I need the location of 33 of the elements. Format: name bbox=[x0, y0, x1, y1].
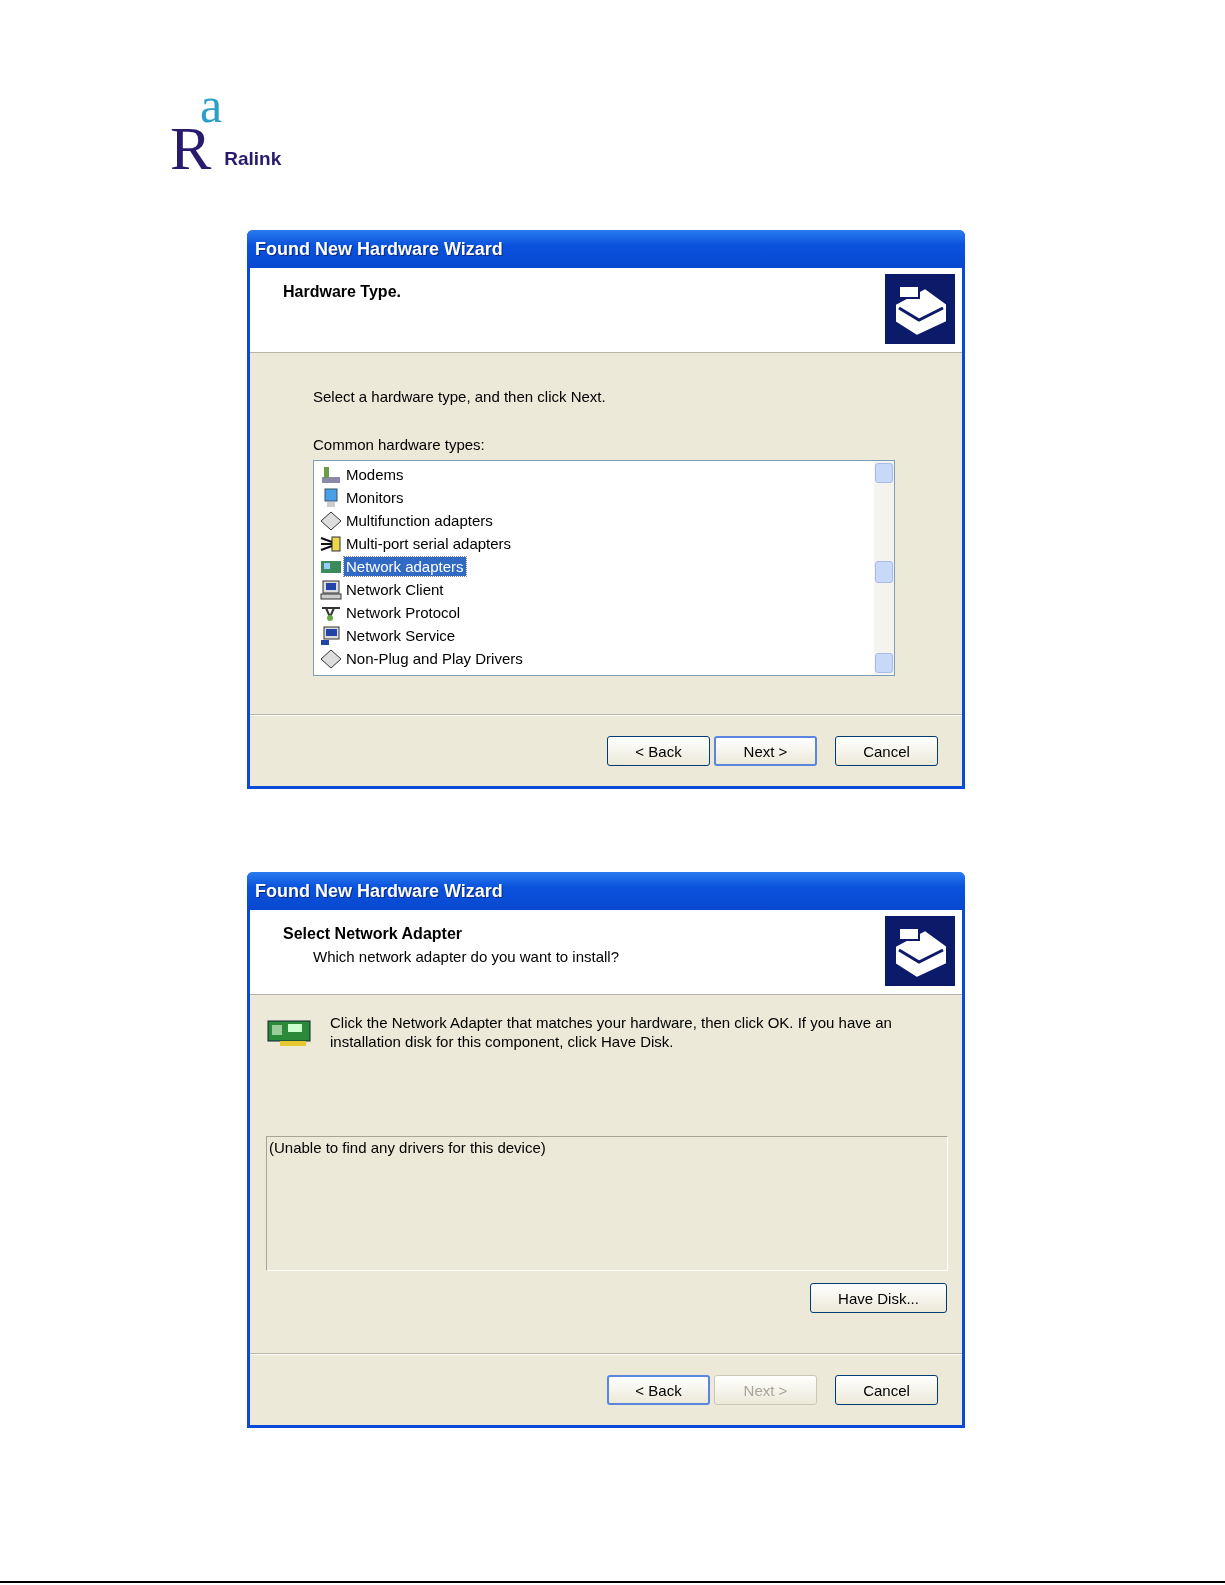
list-item[interactable]: Monitors bbox=[344, 488, 406, 507]
list-item[interactable]: Non-Plug and Play Drivers bbox=[344, 649, 525, 668]
list-item[interactable]: Modems bbox=[344, 465, 406, 484]
cancel-button[interactable]: Cancel bbox=[835, 1375, 938, 1405]
connector-icon bbox=[320, 533, 342, 554]
computer-icon bbox=[320, 579, 342, 600]
logo-wordmark: Ralink bbox=[224, 148, 282, 170]
computer-icon bbox=[320, 625, 342, 646]
modem-icon bbox=[320, 464, 342, 485]
instruction-text: Click the Network Adapter that matches your hardware, then click OK. If you have an installation disk for this component, click Have Disk. bbox=[330, 1013, 893, 1051]
next-button[interactable]: Next > bbox=[714, 736, 817, 766]
list-label: Common hardware types: bbox=[313, 436, 486, 453]
scrollbar[interactable] bbox=[874, 461, 894, 675]
list-item[interactable]: Network Client bbox=[344, 580, 446, 599]
list-item[interactable]: Network Protocol bbox=[344, 603, 463, 622]
page-subheading: Which network adapter do you want to install? bbox=[313, 948, 619, 965]
list-item[interactable]: Multi-port serial adapters bbox=[344, 534, 514, 553]
diamond-icon bbox=[320, 510, 342, 531]
page-heading: Hardware Type. bbox=[283, 283, 401, 301]
have-disk-button[interactable]: Have Disk... bbox=[810, 1283, 947, 1313]
list-item[interactable]: Network adapters bbox=[344, 557, 466, 576]
list-item[interactable]: Network Service bbox=[344, 626, 458, 645]
diamond-icon bbox=[320, 648, 342, 669]
window-title: Found New Hardware Wizard bbox=[247, 230, 965, 268]
driver-list: (Unable to find any drivers for this device) bbox=[266, 1136, 948, 1271]
back-button[interactable]: < Back bbox=[607, 736, 710, 766]
cancel-button[interactable]: Cancel bbox=[835, 736, 938, 766]
window-title: Found New Hardware Wizard bbox=[247, 872, 965, 910]
instruction-text: Select a hardware type, and then click Next. bbox=[313, 388, 607, 405]
list-item[interactable]: Multifunction adapters bbox=[344, 511, 495, 530]
back-button[interactable]: < Back bbox=[607, 1375, 710, 1405]
page-heading: Select Network Adapter bbox=[283, 925, 463, 943]
circuit-board-icon bbox=[266, 1017, 314, 1049]
